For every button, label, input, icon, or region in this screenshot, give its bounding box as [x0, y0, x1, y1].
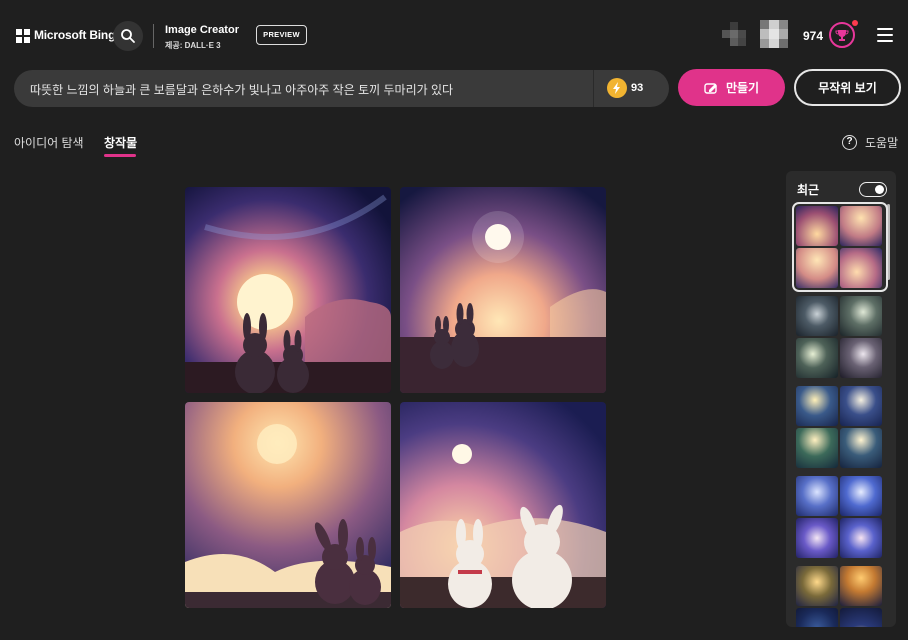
recent-thumb [796, 476, 838, 516]
recent-thumb [796, 386, 838, 426]
prompt-text[interactable]: 따뜻한 느낌의 하늘과 큰 보름달과 은하수가 빛나고 아주아주 작은 토끼 두… [30, 81, 453, 98]
boost-count: 93 [631, 82, 644, 94]
recent-sidebar: 최근 [786, 171, 896, 627]
help-link[interactable]: 도움말 [865, 134, 898, 151]
reward-button[interactable] [829, 22, 855, 48]
notification-dot [852, 20, 858, 26]
help-icon[interactable]: ? [842, 135, 857, 150]
recent-thumb [796, 338, 838, 378]
header-divider [153, 24, 154, 48]
generated-image-2[interactable] [400, 187, 606, 393]
microsoft-logo-icon[interactable] [16, 29, 30, 43]
app-subtitle: 제공: DALL·E 3 [165, 41, 221, 50]
preview-badge: PREVIEW [256, 25, 307, 45]
top-bar: Microsoft Bing Image Creator 제공: DALL·E … [0, 0, 908, 68]
recent-group-5[interactable] [796, 566, 884, 627]
recent-thumb [796, 248, 838, 288]
recent-thumb [796, 296, 838, 336]
recent-thumb [840, 608, 882, 627]
generated-image-4[interactable] [400, 402, 606, 608]
recent-group-3[interactable] [796, 386, 884, 468]
recent-thumb [840, 566, 882, 606]
create-icon [704, 82, 717, 94]
create-label: 만들기 [725, 81, 760, 95]
tab-creations[interactable]: 창작물 [104, 134, 137, 151]
recent-thumb [840, 518, 882, 558]
recent-thumb [840, 296, 882, 336]
active-tab-indicator [104, 154, 136, 157]
recent-toggle[interactable] [859, 182, 887, 197]
recent-thumb [796, 608, 838, 627]
sidebar-title: 최근 [797, 183, 820, 197]
prompt-divider [593, 70, 594, 107]
recent-group-1[interactable] [792, 202, 888, 292]
generated-image-1[interactable] [185, 187, 391, 393]
sidebar-scrollbar[interactable] [887, 204, 890, 280]
coin-count[interactable]: 974 [803, 29, 823, 43]
recent-thumb [840, 248, 882, 288]
prompt-input[interactable]: 따뜻한 느낌의 하늘과 큰 보름달과 은하수가 빛나고 아주아주 작은 토끼 두… [14, 70, 669, 107]
search-button[interactable] [113, 21, 143, 51]
recent-thumb [796, 566, 838, 606]
recent-group-4[interactable] [796, 476, 884, 558]
recent-group-2[interactable] [796, 296, 884, 378]
recent-thumb [796, 428, 838, 468]
avatar[interactable] [760, 20, 788, 48]
app-title[interactable]: Image Creator [165, 24, 239, 36]
recent-thumb [796, 206, 838, 246]
search-icon [121, 29, 135, 43]
generated-image-3[interactable] [185, 402, 391, 608]
toggle-knob [875, 185, 884, 194]
recent-thumb [840, 386, 882, 426]
reward-icon [835, 30, 849, 41]
recent-thumb [840, 206, 882, 246]
recent-thumb [840, 338, 882, 378]
avatar-blurred-1[interactable] [722, 22, 752, 48]
recent-thumb [796, 518, 838, 558]
boost-icon [607, 78, 627, 98]
recent-thumb [840, 428, 882, 468]
menu-icon[interactable] [877, 28, 893, 42]
tab-explore-ideas[interactable]: 아이디어 탐색 [14, 134, 84, 151]
surprise-me-button[interactable]: 무작위 보기 [794, 69, 901, 106]
create-button[interactable]: 만들기 [678, 69, 785, 106]
recent-thumb [840, 476, 882, 516]
brand-name[interactable]: Microsoft Bing [34, 28, 115, 42]
